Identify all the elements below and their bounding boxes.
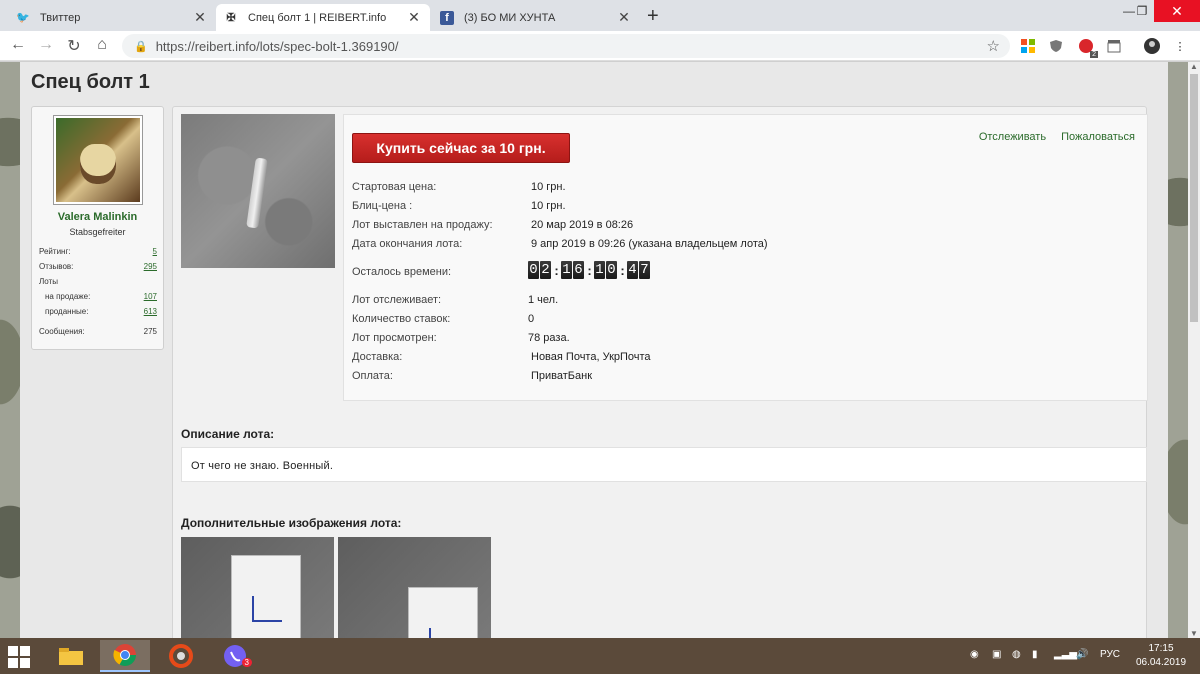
- countdown-timer: 0 2 : 1 6 : 1 0 : 4 7: [528, 261, 650, 279]
- close-tab-icon[interactable]: ✕: [192, 9, 208, 26]
- tab-reibert[interactable]: ✠ Спец болт 1 | REIBERT.info ✕: [216, 4, 430, 31]
- security-tray-icon[interactable]: ◍: [1012, 649, 1021, 660]
- stat-sold: проданные: 613: [45, 307, 157, 316]
- lot-main-photo[interactable]: [181, 114, 335, 268]
- cross-icon: ✠: [226, 12, 236, 24]
- shield-extension-icon[interactable]: [1048, 38, 1064, 54]
- digit: 1: [561, 261, 572, 279]
- tab-title: (3) БО МИ ХУНТА: [464, 11, 556, 24]
- digit: 1: [594, 261, 605, 279]
- address-input[interactable]: 🔒 https://reibert.info/lots/spec-bolt-1.…: [122, 34, 1010, 58]
- avatar[interactable]: [53, 115, 143, 205]
- profile-avatar[interactable]: [1144, 38, 1160, 54]
- page-title: Спец болт 1: [31, 71, 150, 93]
- file-explorer-icon[interactable]: [46, 640, 96, 672]
- seller-name[interactable]: Valera Malinkin: [32, 211, 163, 223]
- rating-link[interactable]: 5: [153, 247, 157, 256]
- viber-badge: 3: [241, 658, 252, 667]
- restore-button[interactable]: ❐: [1130, 0, 1154, 22]
- bookmark-star-icon[interactable]: ☆: [987, 37, 1000, 55]
- windows-start-icon[interactable]: [8, 646, 30, 668]
- recorder-app-icon[interactable]: [156, 640, 206, 672]
- forward-button[interactable]: →: [36, 36, 56, 54]
- close-tab-icon[interactable]: ✕: [616, 9, 632, 26]
- description-title: Описание лота:: [181, 427, 275, 441]
- back-button[interactable]: ←: [8, 36, 28, 54]
- stat-rating: Рейтинг: 5: [39, 247, 157, 256]
- lock-icon: 🔒: [134, 40, 148, 53]
- stat-messages: Сообщения: 275: [39, 327, 157, 336]
- facebook-icon: f: [440, 10, 454, 25]
- close-tab-icon[interactable]: ✕: [406, 9, 422, 26]
- seller-card: Valera Malinkin Stabsgefreiter Рейтинг: …: [31, 106, 164, 350]
- home-button[interactable]: ⌂: [92, 36, 112, 54]
- system-clock[interactable]: 17:15 06.04.2019: [1134, 642, 1188, 670]
- windows-taskbar: 3 ◉ ▣ ◍ ▮ ▂▃▅ 🔊 РУС 17:15 06.04.2019: [0, 638, 1200, 674]
- volume-icon[interactable]: 🔊: [1076, 649, 1088, 660]
- network-tray-icon[interactable]: ▣: [992, 649, 1001, 660]
- tab-title: Твиттер: [40, 11, 81, 24]
- watch-link[interactable]: Отслеживать: [979, 131, 1046, 143]
- buy-now-button[interactable]: Купить сейчас за 10 грн.: [352, 133, 570, 163]
- lot-info-box: Купить сейчас за 10 грн. Отслеживать Пож…: [343, 114, 1148, 401]
- extension-grid-icon[interactable]: [1020, 38, 1036, 54]
- extra-image-2[interactable]: [338, 537, 491, 638]
- extra-images-title: Дополнительные изображения лота:: [181, 516, 402, 530]
- tab-facebook[interactable]: f (3) БО МИ ХУНТА ✕: [432, 4, 640, 31]
- extra-image-1[interactable]: [181, 537, 334, 638]
- viber-icon[interactable]: 3: [210, 640, 260, 672]
- scroll-up-icon[interactable]: ▲: [1188, 62, 1200, 71]
- address-toolbar: ← → ↻ ⌂ 🔒 https://reibert.info/lots/spec…: [0, 31, 1200, 61]
- extension-badge: 2: [1090, 51, 1098, 58]
- reload-button[interactable]: ↻: [64, 36, 84, 56]
- on-sale-link[interactable]: 107: [144, 292, 157, 301]
- store-extension-icon[interactable]: [1106, 38, 1122, 54]
- twitter-icon: 🐦: [16, 12, 30, 24]
- sold-link[interactable]: 613: [144, 307, 157, 316]
- digit: 2: [540, 261, 551, 279]
- seller-rank: Stabsgefreiter: [69, 227, 126, 237]
- viber-tray-icon[interactable]: ◉: [970, 649, 979, 660]
- browser-tab-bar: 🐦 Твиттер ✕ ✠ Спец болт 1 | REIBERT.info…: [0, 0, 1200, 31]
- content-area: Спец болт 1 Valera Malinkin Stabsgefreit…: [20, 62, 1168, 638]
- stat-lots: Лоты: [39, 277, 58, 286]
- lot-actions: Отслеживать Пожаловаться: [967, 131, 1135, 143]
- digit: 6: [573, 261, 584, 279]
- reviews-link[interactable]: 295: [144, 262, 157, 271]
- digit: 0: [606, 261, 617, 279]
- digit: 0: [528, 261, 539, 279]
- lot-panel: Купить сейчас за 10 грн. Отслеживать Пож…: [172, 106, 1148, 638]
- stat-reviews: Отзывов: 295: [39, 262, 157, 271]
- scroll-thumb[interactable]: [1190, 74, 1198, 322]
- digit: 4: [627, 261, 638, 279]
- chrome-icon[interactable]: [100, 640, 150, 672]
- page-scrollbar[interactable]: ▲ ▼: [1188, 62, 1200, 638]
- description-text: От чего не знаю. Военный.: [181, 447, 1147, 482]
- scroll-down-icon[interactable]: ▼: [1188, 629, 1200, 638]
- page-viewport: Спец болт 1 Valera Malinkin Stabsgefreit…: [0, 62, 1188, 638]
- tab-twitter[interactable]: 🐦 Твиттер ✕: [8, 4, 216, 31]
- signal-tray-icon[interactable]: ▂▃▅: [1054, 649, 1077, 660]
- url-text: https://reibert.info/lots/spec-bolt-1.36…: [155, 38, 399, 54]
- device-tray-icon[interactable]: ▮: [1032, 649, 1038, 660]
- report-link[interactable]: Пожаловаться: [1061, 131, 1135, 143]
- menu-kebab-icon[interactable]: ⋮: [1172, 38, 1188, 54]
- tab-title: Спец болт 1 | REIBERT.info: [248, 11, 387, 24]
- new-tab-button[interactable]: +: [647, 5, 659, 28]
- stat-on-sale: на продаже: 107: [45, 292, 157, 301]
- digit: 7: [639, 261, 650, 279]
- adblock-extension-icon[interactable]: 2: [1078, 38, 1098, 58]
- language-indicator[interactable]: РУС: [1100, 649, 1120, 660]
- messages-count: 275: [143, 327, 157, 336]
- close-window-button[interactable]: ✕: [1154, 0, 1200, 22]
